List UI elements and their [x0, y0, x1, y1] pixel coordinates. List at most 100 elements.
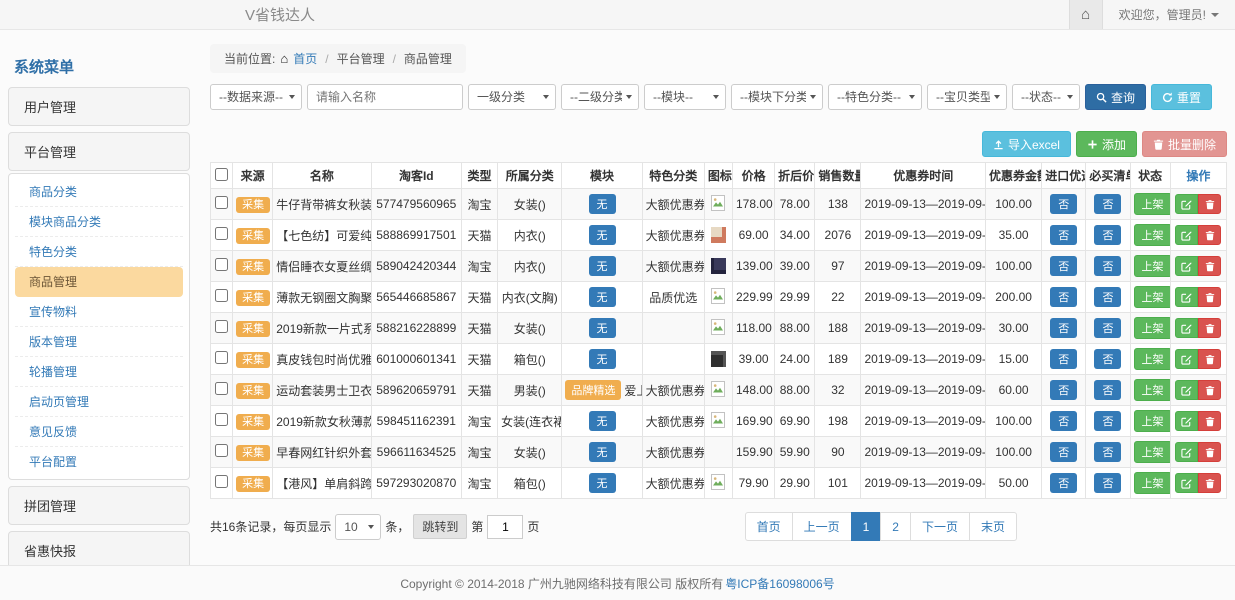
import-select-toggle[interactable]: 否 — [1050, 287, 1077, 307]
edit-button[interactable] — [1175, 287, 1198, 307]
row-checkbox[interactable] — [215, 475, 228, 488]
sidebar-group[interactable]: 省惠快报 — [8, 531, 190, 565]
edit-button[interactable] — [1175, 411, 1198, 431]
must-buy-toggle[interactable]: 否 — [1094, 287, 1121, 307]
sidebar-item[interactable]: 商品分类 — [15, 177, 183, 207]
sidebar-item[interactable]: 意见反馈 — [15, 417, 183, 447]
icp-link[interactable]: 粤ICP备16098006号 — [725, 575, 834, 592]
home-button[interactable]: ⌂ — [1069, 0, 1103, 29]
status-button[interactable]: 上架 — [1134, 410, 1171, 432]
filter-select[interactable]: --特色分类-- — [828, 84, 922, 110]
must-buy-toggle[interactable]: 否 — [1094, 225, 1121, 245]
import-select-toggle[interactable]: 否 — [1050, 411, 1077, 431]
status-button[interactable]: 上架 — [1134, 441, 1171, 463]
status-button[interactable]: 上架 — [1134, 348, 1171, 370]
sidebar-item[interactable]: 商品管理 — [15, 267, 183, 297]
reset-button[interactable]: 重置 — [1151, 84, 1212, 110]
edit-button[interactable] — [1175, 473, 1198, 493]
module-none-button[interactable]: 无 — [589, 442, 616, 462]
sidebar-item[interactable]: 启动页管理 — [15, 387, 183, 417]
must-buy-toggle[interactable]: 否 — [1094, 442, 1121, 462]
delete-button[interactable] — [1198, 318, 1221, 338]
module-none-button[interactable]: 无 — [589, 225, 616, 245]
filter-select[interactable]: --数据来源-- — [210, 84, 302, 110]
row-checkbox[interactable] — [215, 258, 228, 271]
status-button[interactable]: 上架 — [1134, 317, 1171, 339]
status-button[interactable]: 上架 — [1134, 472, 1171, 494]
select-all-checkbox[interactable] — [215, 168, 228, 181]
sidebar-item[interactable]: 宣传物料 — [15, 297, 183, 327]
delete-button[interactable] — [1198, 256, 1221, 276]
filter-select[interactable]: 一级分类 — [468, 84, 556, 110]
delete-button[interactable] — [1198, 287, 1221, 307]
status-button[interactable]: 上架 — [1134, 286, 1171, 308]
jump-page-input[interactable] — [487, 515, 523, 539]
import-select-toggle[interactable]: 否 — [1050, 442, 1077, 462]
filter-select[interactable]: --模块-- — [644, 84, 726, 110]
must-buy-toggle[interactable]: 否 — [1094, 349, 1121, 369]
filter-select[interactable]: --二级分类-- — [561, 84, 639, 110]
filter-select[interactable]: --状态-- — [1012, 84, 1080, 110]
row-checkbox[interactable] — [215, 289, 228, 302]
filter-select[interactable]: --模块下分类-- — [731, 84, 823, 110]
edit-button[interactable] — [1175, 380, 1198, 400]
must-buy-toggle[interactable]: 否 — [1094, 318, 1121, 338]
row-checkbox[interactable] — [215, 382, 228, 395]
import-excel-button[interactable]: 导入excel — [982, 131, 1071, 157]
edit-button[interactable] — [1175, 256, 1198, 276]
page-button[interactable]: 下一页 — [910, 512, 970, 541]
delete-button[interactable] — [1198, 442, 1221, 462]
edit-button[interactable] — [1175, 194, 1198, 214]
name-search-input[interactable] — [307, 84, 463, 110]
add-button[interactable]: 添加 — [1076, 131, 1137, 157]
page-button[interactable]: 2 — [880, 512, 911, 541]
per-page-select[interactable]: 10 — [335, 514, 381, 540]
page-button[interactable]: 上一页 — [792, 512, 852, 541]
module-none-button[interactable]: 无 — [589, 256, 616, 276]
delete-button[interactable] — [1198, 473, 1221, 493]
sidebar-item[interactable]: 平台配置 — [15, 447, 183, 476]
delete-button[interactable] — [1198, 349, 1221, 369]
edit-button[interactable] — [1175, 349, 1198, 369]
must-buy-toggle[interactable]: 否 — [1094, 411, 1121, 431]
must-buy-toggle[interactable]: 否 — [1094, 473, 1121, 493]
import-select-toggle[interactable]: 否 — [1050, 225, 1077, 245]
sidebar-group[interactable]: 拼团管理 — [8, 486, 190, 525]
status-button[interactable]: 上架 — [1134, 193, 1171, 215]
user-menu[interactable]: 欢迎您，管理员! — [1103, 6, 1235, 23]
module-none-button[interactable]: 无 — [589, 349, 616, 369]
module-none-button[interactable]: 无 — [589, 287, 616, 307]
import-select-toggle[interactable]: 否 — [1050, 256, 1077, 276]
import-select-toggle[interactable]: 否 — [1050, 194, 1077, 214]
module-none-button[interactable]: 无 — [589, 411, 616, 431]
delete-button[interactable] — [1198, 380, 1221, 400]
jump-button[interactable]: 跳转到 — [413, 514, 467, 539]
sidebar-item[interactable]: 特色分类 — [15, 237, 183, 267]
sidebar-item[interactable]: 轮播管理 — [15, 357, 183, 387]
page-button[interactable]: 1 — [851, 512, 882, 541]
row-checkbox[interactable] — [215, 227, 228, 240]
status-button[interactable]: 上架 — [1134, 224, 1171, 246]
import-select-toggle[interactable]: 否 — [1050, 380, 1077, 400]
sidebar-item[interactable]: 版本管理 — [15, 327, 183, 357]
row-checkbox[interactable] — [215, 351, 228, 364]
page-button[interactable]: 末页 — [969, 512, 1017, 541]
delete-button[interactable] — [1198, 194, 1221, 214]
must-buy-toggle[interactable]: 否 — [1094, 256, 1121, 276]
module-none-button[interactable]: 无 — [589, 194, 616, 214]
must-buy-toggle[interactable]: 否 — [1094, 194, 1121, 214]
module-none-button[interactable]: 无 — [589, 318, 616, 338]
query-button[interactable]: 查询 — [1085, 84, 1146, 110]
delete-button[interactable] — [1198, 411, 1221, 431]
row-checkbox[interactable] — [215, 444, 228, 457]
sidebar-group[interactable]: 平台管理 — [8, 132, 190, 171]
edit-button[interactable] — [1175, 318, 1198, 338]
row-checkbox[interactable] — [215, 196, 228, 209]
batch-delete-button[interactable]: 批量删除 — [1142, 131, 1227, 157]
status-button[interactable]: 上架 — [1134, 255, 1171, 277]
import-select-toggle[interactable]: 否 — [1050, 318, 1077, 338]
sidebar-item[interactable]: 模块商品分类 — [15, 207, 183, 237]
edit-button[interactable] — [1175, 225, 1198, 245]
filter-select[interactable]: --宝贝类型-- — [927, 84, 1007, 110]
sidebar-group[interactable]: 用户管理 — [8, 87, 190, 126]
